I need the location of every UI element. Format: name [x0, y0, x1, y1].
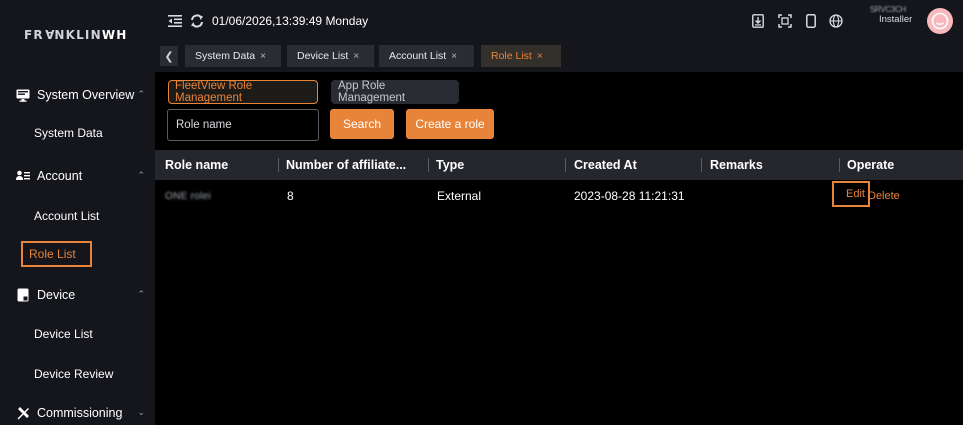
chevron-up-icon: ⌃: [137, 89, 145, 99]
column-divider: [278, 158, 279, 172]
column-header-operate: Operate: [847, 158, 895, 172]
sidebar-group-commissioning[interactable]: Commissioning ⌄: [0, 398, 155, 425]
column-divider: [839, 158, 840, 172]
download-icon[interactable]: [750, 13, 766, 29]
close-icon[interactable]: ×: [451, 51, 457, 62]
sidebar-group-account[interactable]: Account ⌃: [0, 161, 155, 191]
column-divider: [701, 158, 702, 172]
close-icon[interactable]: ×: [260, 51, 266, 62]
sidebar: FRANKLINWH System Overview ⌃ System Data…: [0, 0, 155, 425]
mobile-icon[interactable]: [803, 13, 819, 29]
fullscreen-icon[interactable]: [777, 13, 793, 29]
tab-role-list[interactable]: Role List ×: [481, 45, 561, 67]
device-icon: [16, 288, 30, 302]
sidebar-group-system-overview[interactable]: System Overview ⌃: [0, 80, 155, 110]
chevron-up-icon: ⌃: [137, 170, 145, 180]
main-content: FleetView Role Management App Role Manag…: [155, 72, 963, 425]
cell-created-at: 2023-08-28 11:21:31: [574, 189, 685, 203]
tab-account-list[interactable]: Account List ×: [379, 45, 474, 67]
edit-link[interactable]: Edit: [832, 181, 870, 207]
tab-label: Role List: [491, 50, 532, 62]
sidebar-group-label: System Overview: [37, 88, 135, 102]
sidebar-group-label: Device: [37, 288, 76, 302]
table-row: ONE rolei 8 External 2023-08-28 11:21:31…: [155, 180, 963, 212]
column-header-affiliates: Number of affiliate...: [286, 158, 407, 172]
menu-fold-icon[interactable]: [167, 13, 183, 29]
column-header-created-at: Created At: [574, 158, 637, 172]
top-bar: 01/06/2026,13:39:49 Monday SRVC3CH Insta…: [155, 0, 963, 42]
column-header-role-name: Role name: [165, 158, 229, 172]
tools-icon: [16, 406, 30, 420]
sidebar-group-device[interactable]: Device ⌃: [0, 280, 155, 310]
account-list-icon: [16, 169, 30, 183]
tab-label: System Data: [195, 50, 256, 62]
column-divider: [428, 158, 429, 172]
brand-logo: FRANKLINWH: [24, 27, 128, 42]
sidebar-item-device-review[interactable]: Device Review: [34, 367, 113, 381]
current-datetime: 01/06/2026,13:39:49 Monday: [212, 14, 369, 28]
sidebar-group-label: Account: [37, 169, 83, 183]
sidebar-item-account-list[interactable]: Account List: [34, 209, 99, 223]
tab-label: Device List: [297, 50, 349, 62]
tab-device-list[interactable]: Device List ×: [287, 45, 374, 67]
tab-strip: ❮ System Data × Device List × Account List…: [155, 42, 963, 72]
tab-label: Account List: [389, 50, 447, 62]
close-icon[interactable]: ×: [537, 51, 543, 62]
cell-affiliate-count: 8: [287, 189, 294, 203]
search-button[interactable]: Search: [330, 109, 394, 139]
tab-app-role-management[interactable]: App Role Management: [331, 80, 459, 104]
delete-link[interactable]: Delete: [868, 190, 900, 202]
cell-type: External: [437, 189, 482, 203]
tab-fleetview-role-management[interactable]: FleetView Role Management: [168, 80, 318, 104]
chevron-up-icon: ⌃: [137, 289, 145, 299]
refresh-icon[interactable]: [189, 13, 205, 29]
monitor-icon: [16, 88, 30, 102]
sidebar-item-system-data[interactable]: System Data: [34, 126, 103, 140]
globe-icon[interactable]: [828, 13, 844, 29]
column-header-remarks: Remarks: [710, 158, 763, 172]
create-role-button[interactable]: Create a role: [406, 109, 494, 139]
sidebar-item-role-list[interactable]: Role List: [21, 241, 92, 267]
cell-role-name: ONE rolei: [165, 191, 212, 202]
user-role: Installer: [879, 14, 913, 25]
column-header-type: Type: [436, 158, 465, 172]
role-name-search-input[interactable]: [167, 109, 319, 141]
table-header: Role name Number of affiliate... Type Cr…: [155, 150, 963, 180]
avatar-icon[interactable]: [927, 8, 953, 34]
sidebar-item-device-list[interactable]: Device List: [34, 327, 93, 341]
tab-system-data[interactable]: System Data ×: [185, 45, 281, 67]
chevron-left-icon[interactable]: ❮: [160, 46, 178, 66]
chevron-down-icon: ⌄: [137, 407, 145, 417]
column-divider: [565, 158, 566, 172]
close-icon[interactable]: ×: [353, 51, 359, 62]
sidebar-group-label: Commissioning: [37, 406, 123, 420]
